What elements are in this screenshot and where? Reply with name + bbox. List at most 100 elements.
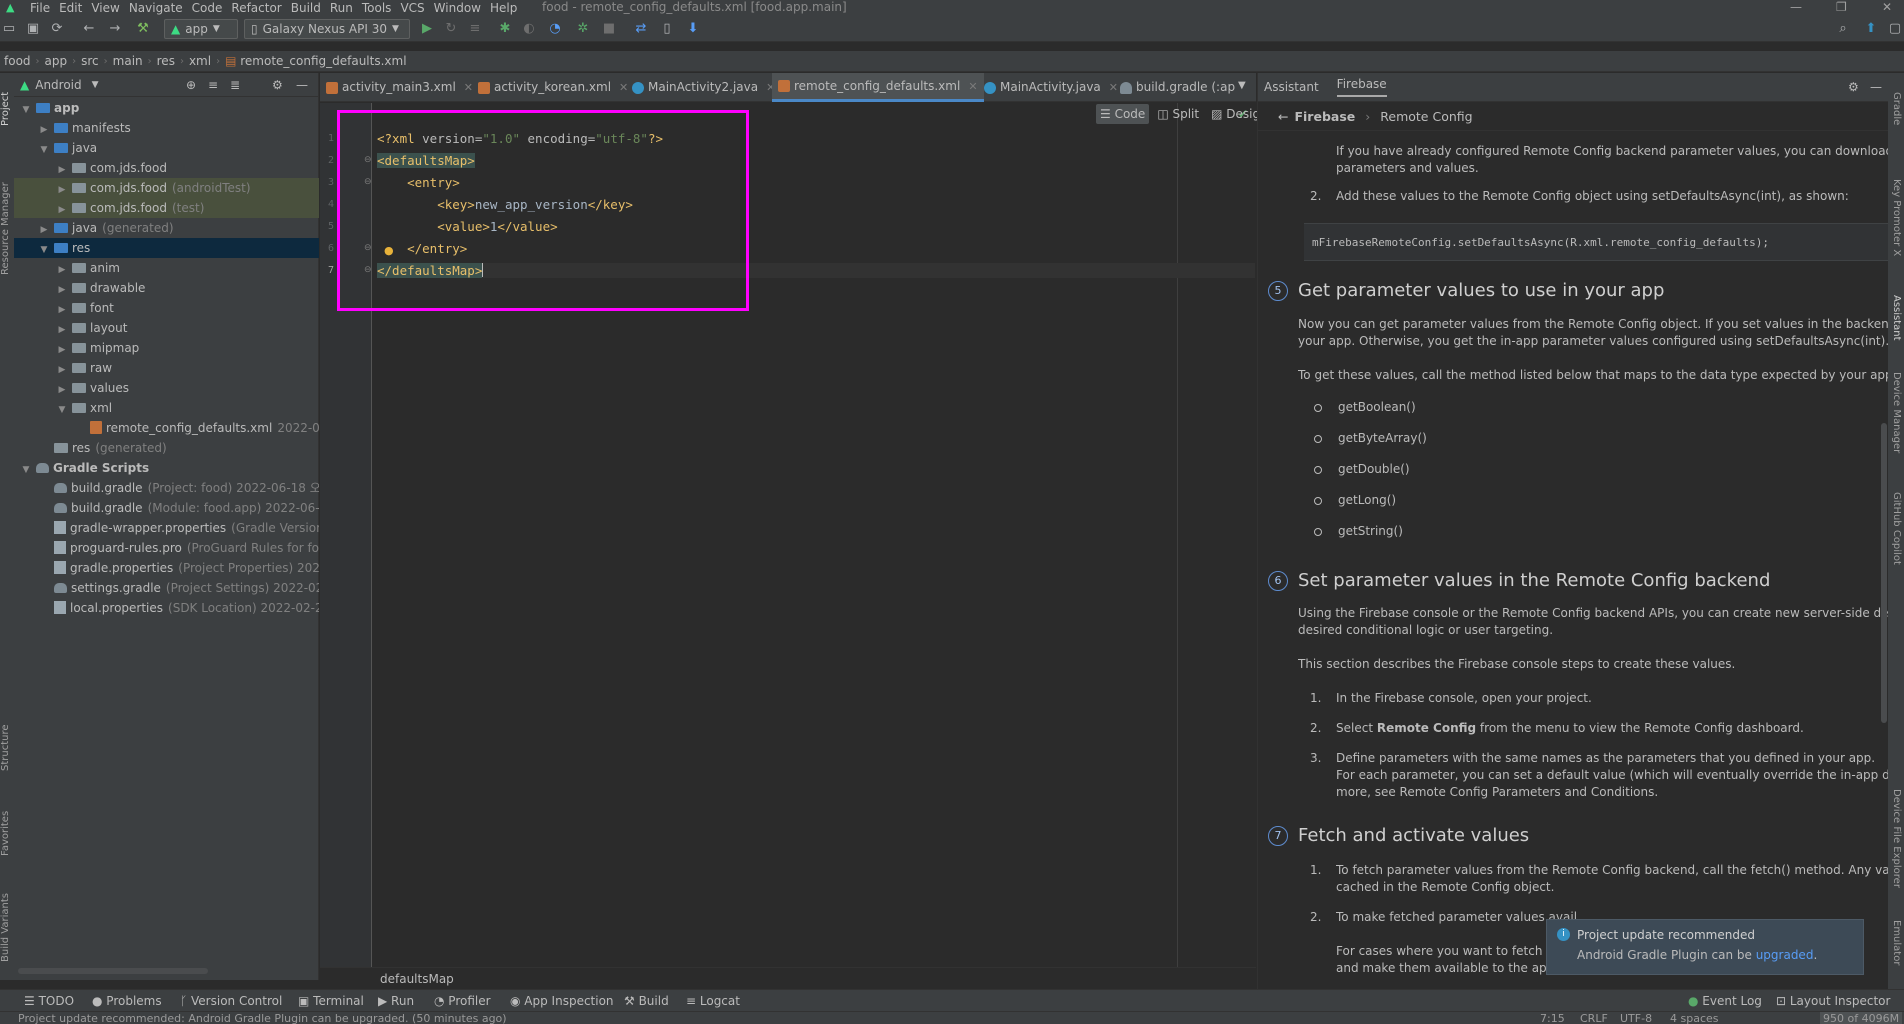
xml-tag-crumb[interactable]: defaultsMap bbox=[380, 972, 454, 986]
tree-item[interactable]: proguard-rules.pro (ProGuard Rules for fo… bbox=[14, 538, 319, 558]
restore-icon[interactable]: ❐ bbox=[1836, 0, 1847, 14]
tree-item[interactable]: local.properties (SDK Location) 2022-02-2… bbox=[14, 598, 319, 618]
profile-icon[interactable]: ◔ bbox=[546, 20, 564, 38]
chevron-right-icon[interactable]: ▶ bbox=[56, 380, 68, 398]
chevron-right-icon[interactable]: ▶ bbox=[56, 300, 68, 318]
tab-activity-korean[interactable]: activity_korean.xml ✕ bbox=[478, 73, 628, 102]
breadcrumb-item[interactable]: res bbox=[157, 54, 175, 68]
collapse-all-icon[interactable]: ≣ bbox=[230, 78, 240, 92]
tree-item[interactable]: gradle-wrapper.properties (Gradle Version… bbox=[14, 518, 319, 538]
tool-version-control[interactable]: ᚴ Version Control bbox=[180, 990, 282, 1012]
device-select[interactable]: ▯ Galaxy Nexus API 30 ▼ bbox=[244, 19, 410, 39]
close-tab-icon[interactable]: ✕ bbox=[464, 73, 473, 102]
chevron-right-icon[interactable]: ▶ bbox=[56, 260, 68, 278]
tree-item[interactable]: ▶ com.jds.food bbox=[14, 158, 319, 178]
tree-item[interactable]: ▶ anim bbox=[14, 258, 319, 278]
chevron-down-icon[interactable]: ▼ bbox=[38, 240, 50, 258]
minimize-icon[interactable]: — bbox=[1790, 0, 1802, 14]
tree-item[interactable]: ▶ values bbox=[14, 378, 319, 398]
hide-panel-icon[interactable]: — bbox=[1870, 80, 1882, 94]
menu-file[interactable]: File bbox=[30, 1, 50, 15]
menu-help[interactable]: Help bbox=[490, 1, 517, 15]
chevron-down-icon[interactable]: ▼ bbox=[20, 100, 32, 118]
chevron-right-icon[interactable]: ▶ bbox=[56, 200, 68, 218]
assistant-scrollbar[interactable] bbox=[1881, 423, 1887, 723]
apply-changes-icon[interactable]: ≡ bbox=[466, 20, 484, 38]
tab-firebase[interactable]: Firebase bbox=[1336, 77, 1387, 97]
breadcrumb-item[interactable]: main bbox=[113, 54, 143, 68]
tab-build-gradle[interactable]: build.gradle (:ap bbox=[1120, 73, 1235, 102]
tree-item[interactable]: settings.gradle (Project Settings) 2022-0… bbox=[14, 578, 319, 598]
memory-indicator[interactable]: 950 of 4096M bbox=[1820, 1012, 1903, 1024]
run-icon[interactable]: ▶ bbox=[418, 20, 436, 38]
project-view-mode[interactable]: Android bbox=[35, 78, 81, 92]
chevron-right-icon[interactable]: ▶ bbox=[38, 220, 50, 238]
tree-item[interactable]: ▶ mipmap bbox=[14, 338, 319, 358]
upgrade-link[interactable]: upgraded bbox=[1756, 948, 1814, 962]
chevron-right-icon[interactable]: ▶ bbox=[56, 360, 68, 378]
tree-item[interactable]: ▶ font bbox=[14, 298, 319, 318]
project-horizontal-scrollbar[interactable] bbox=[18, 968, 208, 974]
tree-item[interactable]: res (generated) bbox=[14, 438, 319, 458]
breadcrumb-item[interactable]: xml bbox=[189, 54, 211, 68]
tree-item[interactable]: build.gradle (Project: food) 2022-06-18 오… bbox=[14, 478, 319, 498]
tool-problems[interactable]: ● Problems bbox=[92, 990, 162, 1012]
hammer-build-icon[interactable]: ⚒ bbox=[134, 20, 152, 38]
chevron-right-icon[interactable]: ▶ bbox=[56, 280, 68, 298]
chevron-right-icon[interactable]: ▶ bbox=[56, 320, 68, 338]
stripe-resource-manager[interactable]: Resource Manager bbox=[0, 159, 14, 299]
notification-balloon[interactable]: i Project update recommended Android Gra… bbox=[1546, 919, 1864, 975]
tree-item[interactable]: ▼ res bbox=[14, 238, 319, 258]
tree-item[interactable]: ▼ app bbox=[14, 98, 319, 118]
tab-activity-main3[interactable]: activity_main3.xml ✕ bbox=[326, 73, 473, 102]
back-arrow-icon[interactable]: ← bbox=[1278, 109, 1288, 124]
breadcrumb-item[interactable]: src bbox=[81, 54, 99, 68]
tab-remote-config-defaults[interactable]: remote_config_defaults.xml ✕ bbox=[772, 73, 984, 102]
sync-icon[interactable]: ⟳ bbox=[48, 20, 66, 38]
tree-item[interactable]: build.gradle (Module: food.app) 2022-06-1… bbox=[14, 498, 319, 518]
stripe-assistant[interactable]: Assistant bbox=[1888, 283, 1902, 353]
debug-icon[interactable]: ✱ bbox=[496, 20, 514, 38]
close-tab-icon[interactable]: ✕ bbox=[619, 73, 628, 102]
tree-item[interactable]: ▼ xml bbox=[14, 398, 319, 418]
file-encoding[interactable]: UTF-8 bbox=[1620, 1012, 1652, 1024]
save-icon[interactable]: ▣ bbox=[24, 20, 42, 38]
tree-item[interactable]: ▼ java bbox=[14, 138, 319, 158]
stripe-device-file-explorer[interactable]: Device File Explorer bbox=[1888, 773, 1902, 903]
caret-position[interactable]: 7:15 bbox=[1540, 1012, 1565, 1024]
tree-item[interactable]: gradle.properties (Project Properties) 20… bbox=[14, 558, 319, 578]
tool-app-inspection[interactable]: ◉ App Inspection bbox=[510, 990, 614, 1012]
stripe-gradle[interactable]: Gradle bbox=[1888, 79, 1902, 139]
user-icon[interactable]: ▢ bbox=[1886, 20, 1904, 38]
stripe-build-variants[interactable]: Build Variants bbox=[0, 883, 14, 973]
menu-view[interactable]: View bbox=[91, 1, 119, 15]
chevron-right-icon[interactable]: ▶ bbox=[56, 340, 68, 358]
close-tab-icon[interactable]: ✕ bbox=[968, 72, 977, 101]
tool-build[interactable]: ⚒ Build bbox=[624, 990, 669, 1012]
run-configuration-select[interactable]: ▲ app ▼ bbox=[164, 19, 238, 39]
menu-run[interactable]: Run bbox=[330, 1, 353, 15]
chevron-down-icon[interactable]: ▼ bbox=[20, 460, 32, 478]
tab-mainactivity[interactable]: MainActivity.java ✕ bbox=[984, 73, 1118, 102]
stripe-device-manager[interactable]: Device Manager bbox=[1888, 363, 1902, 463]
update-icon[interactable]: ⬆ bbox=[1862, 20, 1880, 38]
indent-setting[interactable]: 4 spaces bbox=[1670, 1012, 1719, 1024]
chevron-down-icon[interactable]: ▼ bbox=[56, 400, 68, 418]
mode-code-button[interactable]: ☰ Code bbox=[1096, 104, 1150, 124]
stripe-favorites[interactable]: Favorites bbox=[0, 793, 14, 873]
gear-icon[interactable]: ⚙ bbox=[272, 78, 283, 92]
open-folder-icon[interactable]: ▭ bbox=[0, 20, 18, 38]
sdk-manager-icon[interactable]: ⬇ bbox=[684, 20, 702, 38]
status-message[interactable]: Project update recommended: Android Grad… bbox=[18, 1012, 507, 1024]
menu-vcs[interactable]: VCS bbox=[400, 1, 424, 15]
menu-refactor[interactable]: Refactor bbox=[231, 1, 281, 15]
chevron-down-icon[interactable]: ▼ bbox=[38, 140, 50, 158]
chevron-right-icon[interactable]: ▶ bbox=[56, 160, 68, 178]
stop-icon[interactable]: ■ bbox=[600, 20, 618, 38]
stripe-structure[interactable]: Structure bbox=[0, 713, 14, 783]
tree-item[interactable]: ▶ manifests bbox=[14, 118, 319, 138]
forward-icon[interactable]: → bbox=[106, 20, 124, 38]
chevron-right-icon[interactable]: ▶ bbox=[38, 120, 50, 138]
tab-overflow-chevron-icon[interactable]: ▼ bbox=[1238, 80, 1246, 91]
tree-item[interactable]: ▶ com.jds.food (test) bbox=[14, 198, 319, 218]
